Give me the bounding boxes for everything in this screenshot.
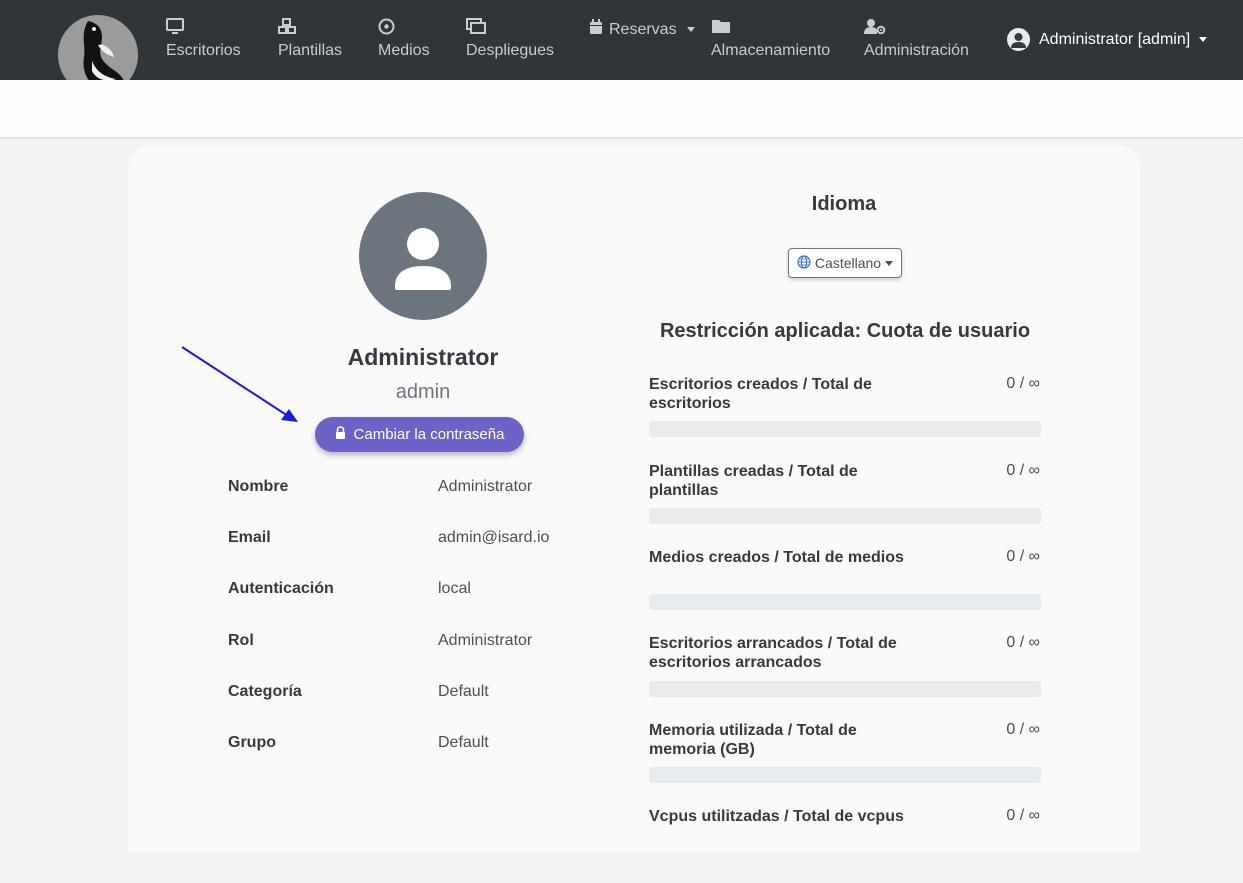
field-label-grupo: Grupo bbox=[228, 734, 276, 751]
quota-value-plantillas: 0 / ∞ bbox=[1006, 462, 1040, 479]
quota-progress-bar bbox=[649, 767, 1041, 783]
nav-escritorios-label: Escritorios bbox=[166, 42, 241, 59]
nav-medios-label: Medios bbox=[378, 42, 430, 59]
cubes-icon bbox=[278, 18, 342, 36]
quota-value-memoria: 0 / ∞ bbox=[1006, 721, 1040, 738]
nav-almacenamiento-label: Almacenamiento bbox=[711, 42, 831, 59]
nav-reservas-dropdown[interactable]: Reservas bbox=[589, 19, 695, 40]
quota-value-arrancados: 0 / ∞ bbox=[1006, 634, 1040, 651]
quota-value-medios: 0 / ∞ bbox=[1006, 548, 1040, 565]
change-password-label: Cambiar la contraseña bbox=[353, 426, 505, 443]
quota-label-escritorios: Escritorios creados / Total de escritori… bbox=[649, 376, 872, 412]
quota-label-memoria: Memoria utilizada / Total de memoria (GB… bbox=[649, 722, 857, 758]
nav-medios[interactable]: Medios bbox=[378, 18, 430, 60]
nav-administracion-label: Administración bbox=[864, 42, 969, 59]
field-value-nombre: Administrator bbox=[438, 478, 533, 495]
nav-plantillas[interactable]: Plantillas bbox=[278, 18, 342, 60]
field-value-grupo: Default bbox=[438, 734, 489, 751]
quota-progress-bar bbox=[649, 681, 1041, 697]
field-value-rol: Administrator bbox=[438, 632, 533, 649]
nav-plantillas-label: Plantillas bbox=[278, 42, 343, 59]
user-gear-icon bbox=[864, 18, 969, 36]
nav-despliegues-label: Despliegues bbox=[466, 42, 555, 59]
language-select[interactable]: Castellano bbox=[788, 248, 902, 278]
quota-value-vcpus: 0 / ∞ bbox=[1006, 807, 1040, 824]
quota-label-vcpus: Vcpus utilitzadas / Total de vcpus bbox=[649, 808, 904, 825]
globe-icon bbox=[797, 254, 811, 272]
quota-title: Restricción aplicada: Cuota de usuario bbox=[659, 320, 1031, 342]
disc-icon bbox=[378, 18, 430, 36]
quota-label-medios: Medios creados / Total de medios bbox=[649, 549, 904, 566]
quota-label-arrancados: Escritorios arrancados / Total de escrit… bbox=[649, 635, 897, 671]
field-label-email: Email bbox=[228, 529, 271, 546]
quota-progress-bar bbox=[649, 508, 1041, 524]
chevron-down-icon bbox=[885, 260, 894, 266]
field-value-categoria: Default bbox=[438, 683, 489, 700]
nav-administracion[interactable]: Administración bbox=[864, 18, 969, 60]
field-label-categoria: Categoría bbox=[228, 683, 302, 700]
chevron-down-icon bbox=[1199, 37, 1208, 42]
annotation-arrow bbox=[181, 346, 298, 422]
quota-label-plantillas: Plantillas creadas / Total de plantillas bbox=[649, 463, 858, 499]
monitor-icon bbox=[166, 18, 241, 36]
user-menu-dropdown[interactable]: Administrator [admin] bbox=[1007, 28, 1208, 51]
quota-value-escritorios: 0 / ∞ bbox=[1006, 375, 1040, 392]
nav-despliegues[interactable]: Despliegues bbox=[466, 18, 554, 60]
deployments-icon bbox=[466, 18, 554, 36]
language-select-value: Castellano bbox=[814, 255, 882, 271]
field-value-autenticacion: local bbox=[438, 580, 471, 597]
chevron-down-icon bbox=[686, 27, 695, 32]
folder-icon bbox=[711, 18, 830, 36]
quota-progress-bar bbox=[649, 594, 1041, 610]
user-icon bbox=[395, 228, 451, 290]
language-title: Idioma bbox=[811, 193, 877, 215]
quota-progress-bar bbox=[649, 421, 1041, 437]
calendar-icon bbox=[589, 19, 603, 40]
field-label-autenticacion: Autenticación bbox=[228, 580, 334, 597]
change-password-button[interactable]: Cambiar la contraseña bbox=[315, 417, 524, 452]
profile-avatar bbox=[359, 192, 487, 320]
nav-escritorios[interactable]: Escritorios bbox=[166, 18, 241, 60]
user-avatar-icon bbox=[1007, 28, 1030, 51]
lock-icon bbox=[335, 426, 346, 443]
top-navbar: Escritorios Plantillas Medios Despliegue… bbox=[0, 0, 1243, 95]
field-label-rol: Rol bbox=[228, 632, 254, 649]
profile-card bbox=[128, 145, 1140, 852]
sub-header-bar bbox=[0, 80, 1243, 138]
field-label-nombre: Nombre bbox=[228, 478, 289, 495]
nav-almacenamiento[interactable]: Almacenamiento bbox=[711, 18, 830, 60]
user-menu-label: Administrator [admin] bbox=[1039, 30, 1191, 48]
field-value-email: admin@isard.io bbox=[438, 529, 550, 546]
nav-reservas-label: Reservas bbox=[609, 20, 677, 38]
